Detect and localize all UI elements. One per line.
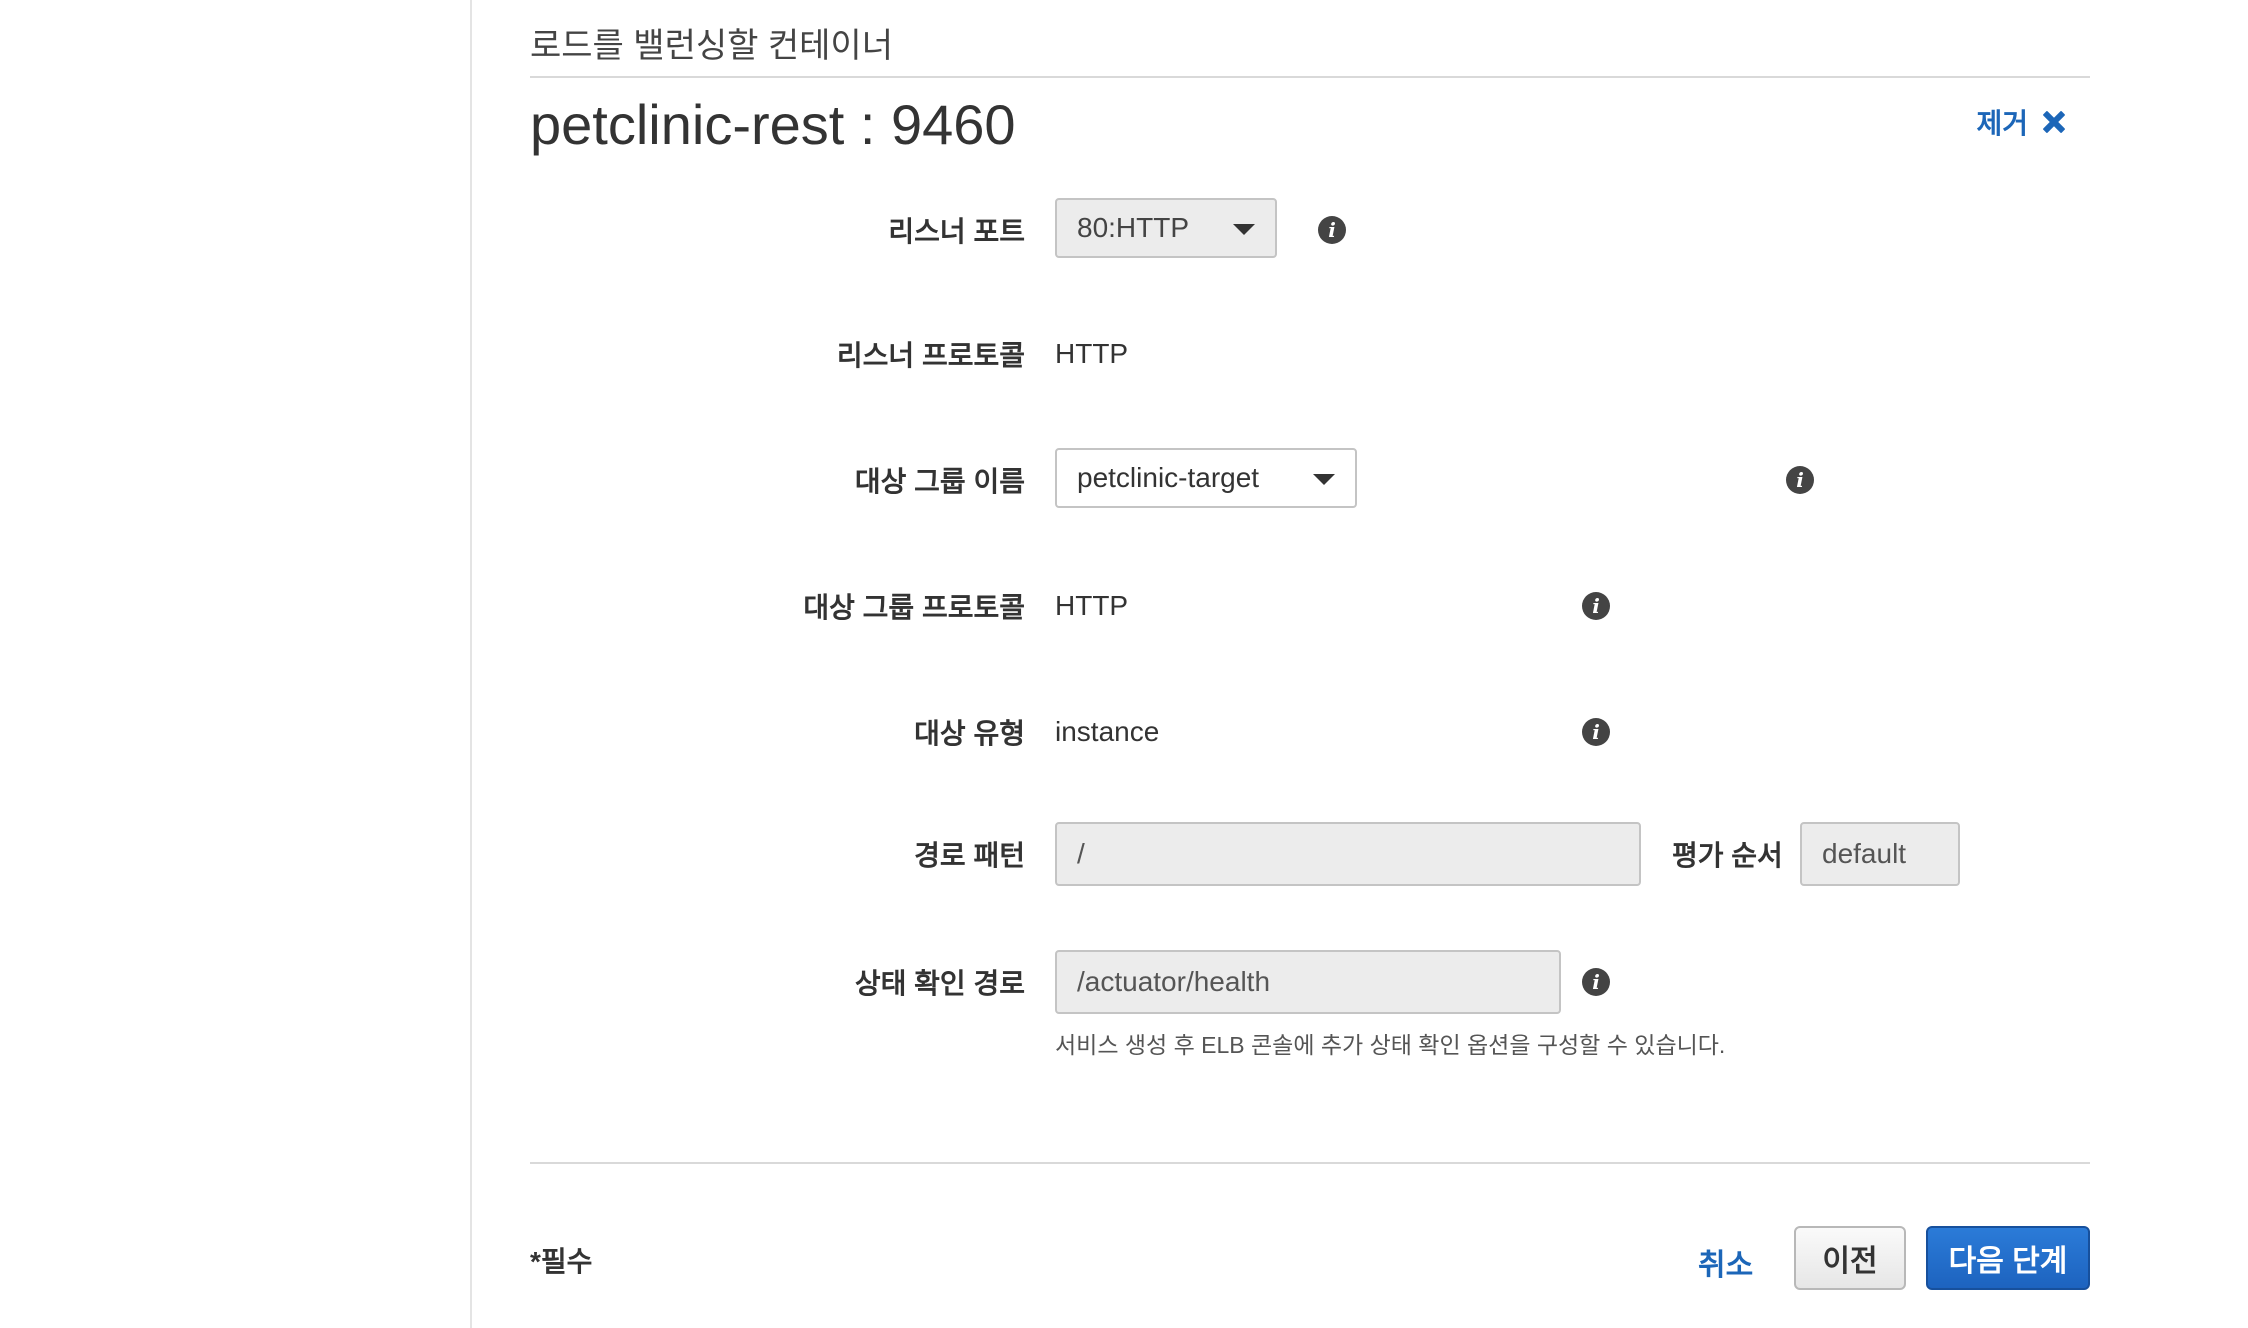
- target-group-name-label: 대상 그룹 이름: [854, 466, 1025, 497]
- info-icon[interactable]: i: [1318, 216, 1346, 244]
- required-note: *필수: [530, 1246, 593, 1277]
- target-group-protocol-row: 대상 그룹 프로토콜 HTTP i: [530, 574, 2090, 638]
- target-type-label: 대상 유형: [914, 718, 1025, 749]
- listener-port-select[interactable]: 80:HTTP: [1055, 198, 1277, 258]
- target-group-protocol-label: 대상 그룹 프로토콜: [803, 592, 1025, 623]
- health-check-hint: 서비스 생성 후 ELB 콘솔에 추가 상태 확인 옵션을 구성할 수 있습니다…: [1055, 1032, 1726, 1058]
- footer-divider: [530, 1162, 2090, 1164]
- cancel-button[interactable]: 취소: [1698, 1240, 1753, 1284]
- listener-protocol-value: HTTP: [1055, 338, 1129, 369]
- health-check-path-row: 상태 확인 경로 /actuator/health i: [530, 950, 2090, 1014]
- listener-protocol-label: 리스너 프로토콜: [836, 340, 1025, 371]
- chevron-down-icon: [1313, 474, 1335, 485]
- target-group-name-select[interactable]: petclinic-target: [1055, 448, 1357, 508]
- listener-port-row: 리스너 포트 80:HTTP i: [530, 198, 2090, 262]
- path-pattern-row: 경로 패턴 / 평가 순서 default: [530, 822, 2090, 886]
- main-content: 로드를 밸런싱할 컨테이너 petclinic-rest : 9460 제거 리…: [530, 0, 2090, 1328]
- health-check-path-label: 상태 확인 경로: [854, 968, 1025, 999]
- info-icon[interactable]: i: [1582, 968, 1610, 996]
- chevron-down-icon: [1233, 224, 1255, 235]
- evaluation-order-label: 평가 순서: [1672, 840, 1783, 871]
- section-divider: [530, 76, 2090, 78]
- target-group-name-value: petclinic-target: [1077, 462, 1260, 493]
- listener-port-label: 리스너 포트: [888, 216, 1025, 247]
- listener-port-value: 80:HTTP: [1077, 212, 1190, 243]
- target-type-row: 대상 유형 instance i: [530, 700, 2090, 764]
- target-type-value: instance: [1055, 716, 1160, 747]
- left-navigation-rail: [0, 0, 472, 1328]
- remove-button[interactable]: 제거: [1976, 102, 2066, 142]
- target-group-protocol-value: HTTP: [1055, 590, 1129, 621]
- section-heading: 로드를 밸런싱할 컨테이너: [530, 27, 893, 65]
- container-title: petclinic-rest : 9460: [530, 93, 1016, 156]
- info-icon[interactable]: i: [1582, 592, 1610, 620]
- info-icon[interactable]: i: [1786, 466, 1814, 494]
- path-pattern-label: 경로 패턴: [914, 840, 1025, 871]
- evaluation-order-input[interactable]: default: [1800, 822, 1960, 886]
- next-step-button[interactable]: 다음 단계: [1926, 1226, 2090, 1290]
- previous-button[interactable]: 이전: [1794, 1226, 1906, 1290]
- target-group-name-row: 대상 그룹 이름 petclinic-target i: [530, 448, 2090, 512]
- remove-label: 제거: [1976, 108, 2028, 139]
- info-icon[interactable]: i: [1582, 718, 1610, 746]
- close-icon: [2042, 110, 2066, 134]
- path-pattern-input[interactable]: /: [1055, 822, 1641, 886]
- health-check-path-input[interactable]: /actuator/health: [1055, 950, 1561, 1014]
- listener-protocol-row: 리스너 프로토콜 HTTP: [530, 322, 2090, 386]
